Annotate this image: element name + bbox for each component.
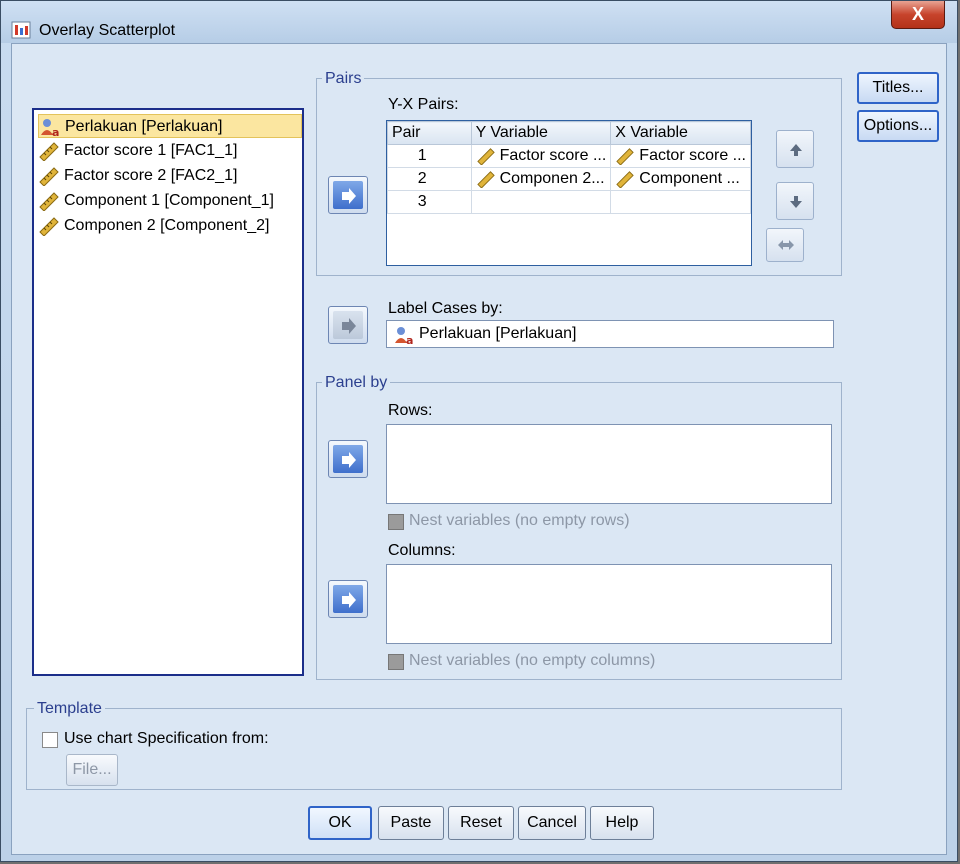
arrow-down-icon xyxy=(790,196,802,208)
nest-columns-checkbox[interactable] xyxy=(388,654,404,670)
column-header-x: X Variable xyxy=(610,121,751,145)
help-button[interactable]: Help xyxy=(590,806,654,840)
template-group-label: Template xyxy=(34,700,105,718)
cancel-button[interactable]: Cancel xyxy=(518,806,586,840)
table-row[interactable]: 1 Factor score ... Factor score ... xyxy=(387,144,751,168)
rows-list[interactable] xyxy=(386,424,832,504)
move-to-pairs-button[interactable] xyxy=(328,176,368,214)
close-icon: X xyxy=(911,4,924,24)
options-button[interactable]: Options... xyxy=(857,110,939,142)
arrow-right-icon xyxy=(342,188,356,204)
y-variable-cell[interactable]: Componen 2... xyxy=(470,167,612,191)
arrow-right-icon xyxy=(342,452,356,468)
overlay-scatterplot-dialog: Overlay Scatterplot X a Perlakuan [Perla… xyxy=(0,0,958,862)
variable-label: Perlakuan [Perlakuan] xyxy=(65,118,223,135)
columns-list[interactable] xyxy=(386,564,832,644)
title-bar[interactable]: Overlay Scatterplot X xyxy=(1,1,957,43)
x-variable-cell[interactable] xyxy=(610,190,751,214)
scale-variable-icon xyxy=(39,217,59,236)
pair-number: 2 xyxy=(387,167,472,191)
app-icon xyxy=(11,21,31,39)
ok-button[interactable]: OK xyxy=(308,806,372,840)
x-variable-cell[interactable]: Component ... xyxy=(610,167,751,191)
svg-text:a: a xyxy=(406,334,413,345)
variable-item-fac2[interactable]: Factor score 2 [FAC2_1] xyxy=(38,164,243,188)
swap-arrows-icon xyxy=(778,240,794,250)
pair-number: 3 xyxy=(387,190,472,214)
file-button[interactable]: File... xyxy=(66,754,118,786)
use-chart-spec-checkbox[interactable] xyxy=(42,732,58,748)
columns-label: Columns: xyxy=(388,542,456,559)
pair-number: 1 xyxy=(387,144,472,168)
source-variable-list[interactable]: a Perlakuan [Perlakuan] Factor score 1 [… xyxy=(32,108,304,676)
variable-item-component-2[interactable]: Componen 2 [Component_2] xyxy=(38,214,275,238)
dialog-body: a Perlakuan [Perlakuan] Factor score 1 [… xyxy=(11,43,947,855)
variable-label: Factor score 2 [FAC2_1] xyxy=(64,167,238,184)
nest-rows-label: Nest variables (no empty rows) xyxy=(409,512,630,529)
scale-variable-icon xyxy=(39,192,59,211)
scale-variable-icon xyxy=(476,148,495,165)
rows-label: Rows: xyxy=(388,402,433,419)
table-header-row: Pair Y Variable X Variable xyxy=(387,121,751,145)
panel-by-group-label: Panel by xyxy=(322,374,391,392)
paste-button[interactable]: Paste xyxy=(378,806,444,840)
x-variable-cell[interactable]: Factor score ... xyxy=(610,144,751,168)
y-variable-cell[interactable]: Factor score ... xyxy=(470,144,612,168)
scale-variable-icon xyxy=(616,148,635,165)
variable-label: Component 1 [Component_1] xyxy=(64,192,274,209)
use-chart-spec-label: Use chart Specification from: xyxy=(64,730,269,747)
variable-label: Componen 2 [Component_2] xyxy=(64,217,270,234)
move-to-rows-button[interactable] xyxy=(328,440,368,478)
scale-variable-icon xyxy=(616,171,635,188)
move-to-columns-button[interactable] xyxy=(328,580,368,618)
template-group xyxy=(26,708,842,790)
arrow-right-icon xyxy=(342,592,356,608)
pairs-group-label: Pairs xyxy=(322,70,365,88)
arrow-up-icon xyxy=(790,144,802,156)
move-down-button[interactable] xyxy=(776,182,814,220)
nominal-variable-icon: a xyxy=(41,118,59,137)
variable-label: Factor score 1 [FAC1_1] xyxy=(64,142,238,159)
variable-item-perlakuan[interactable]: a Perlakuan [Perlakuan] xyxy=(38,114,302,138)
label-cases-value: Perlakuan [Perlakuan] xyxy=(419,325,577,342)
column-header-y: Y Variable xyxy=(470,121,612,145)
titles-button[interactable]: Titles... xyxy=(857,72,939,104)
nest-columns-label: Nest variables (no empty columns) xyxy=(409,652,656,669)
swap-variables-button[interactable] xyxy=(766,228,804,262)
window-title: Overlay Scatterplot xyxy=(39,22,176,39)
variable-item-fac1[interactable]: Factor score 1 [FAC1_1] xyxy=(38,139,243,163)
label-cases-label: Label Cases by: xyxy=(388,300,503,317)
yx-pairs-label: Y-X Pairs: xyxy=(388,96,459,113)
scale-variable-icon xyxy=(39,167,59,186)
label-cases-field[interactable]: a Perlakuan [Perlakuan] xyxy=(386,320,834,348)
svg-text:a: a xyxy=(52,126,59,137)
table-row[interactable]: 3 xyxy=(387,190,751,214)
close-button[interactable]: X xyxy=(891,1,945,29)
scale-variable-icon xyxy=(476,171,495,188)
arrow-right-icon xyxy=(342,318,356,334)
move-up-button[interactable] xyxy=(776,130,814,168)
nominal-variable-icon: a xyxy=(395,327,413,345)
scale-variable-icon xyxy=(39,142,59,161)
reset-button[interactable]: Reset xyxy=(448,806,514,840)
yx-pairs-table[interactable]: Pair Y Variable X Variable 1 Factor scor… xyxy=(386,120,752,266)
column-header-pair: Pair xyxy=(387,121,472,145)
y-variable-cell[interactable] xyxy=(470,190,612,214)
move-to-label-cases-button[interactable] xyxy=(328,306,368,344)
variable-item-component-1[interactable]: Component 1 [Component_1] xyxy=(38,189,280,213)
table-row[interactable]: 2 Componen 2... Component ... xyxy=(387,167,751,191)
nest-rows-checkbox[interactable] xyxy=(388,514,404,530)
